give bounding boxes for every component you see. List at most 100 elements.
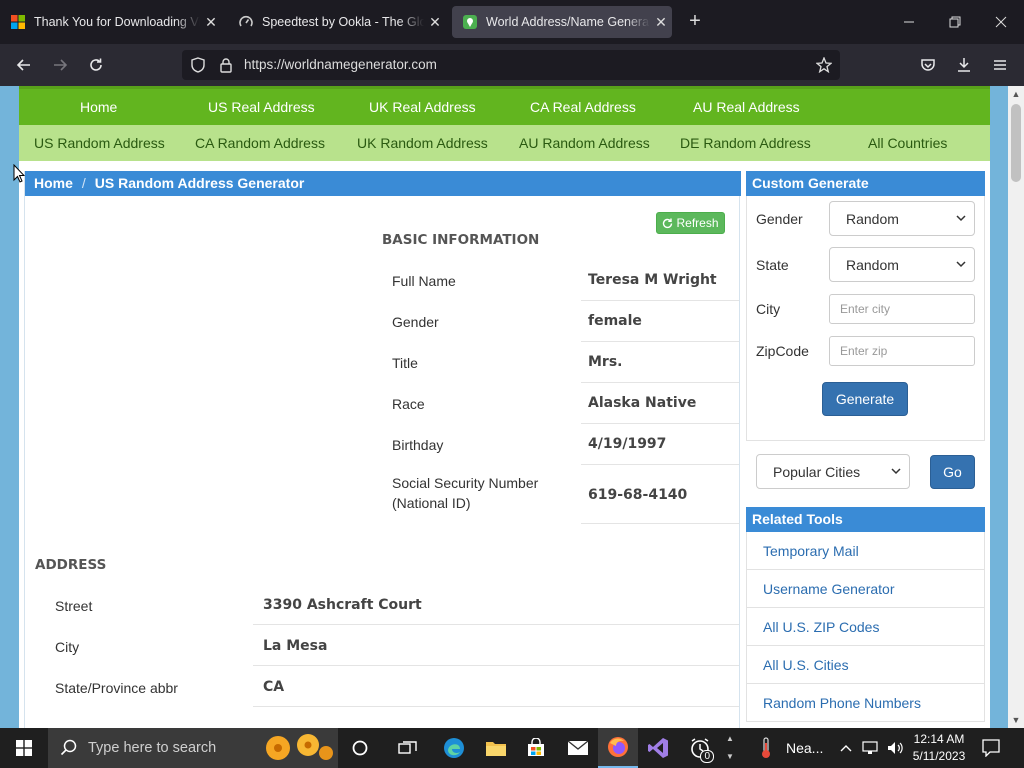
- info-value-row: Mrs.: [588, 341, 623, 382]
- menu-de-random-address[interactable]: DE Random Address: [680, 125, 811, 161]
- weather-thermometer-icon[interactable]: [746, 728, 786, 768]
- tool-random-phone-numbers[interactable]: Random Phone Numbers: [746, 684, 985, 722]
- menu-ca-real-address[interactable]: CA Real Address: [530, 89, 636, 125]
- menu-uk-random-address[interactable]: UK Random Address: [357, 125, 488, 161]
- menu-uk-real-address[interactable]: UK Real Address: [369, 89, 476, 125]
- tool-username-generator[interactable]: Username Generator: [746, 570, 985, 608]
- tab-title: World Address/Name Generator: [486, 15, 650, 29]
- lock-icon[interactable]: [218, 57, 234, 73]
- restore-button[interactable]: [932, 0, 978, 44]
- minimize-button[interactable]: [886, 0, 932, 44]
- secondary-menu: US Random Address CA Random Address UK R…: [19, 125, 990, 161]
- tool-us-zip-codes[interactable]: All U.S. ZIP Codes: [746, 608, 985, 646]
- chevron-down-icon: [891, 468, 901, 475]
- tab-visual-studio[interactable]: Thank You for Downloading Visual Studio …: [0, 6, 222, 38]
- pocket-icon[interactable]: [914, 52, 942, 78]
- close-icon[interactable]: ✕: [200, 14, 222, 31]
- firefox-icon[interactable]: [598, 728, 638, 768]
- volume-icon[interactable]: [884, 728, 906, 768]
- cortana-icon[interactable]: [340, 728, 380, 768]
- info-value-row: 619-68-4140: [588, 474, 687, 515]
- download-icon[interactable]: [950, 52, 978, 78]
- scroll-up-icon[interactable]: ▲: [1008, 86, 1024, 102]
- state-abbr-value: CA: [263, 678, 285, 695]
- scrollbar-thumb[interactable]: [1011, 104, 1021, 182]
- file-explorer-icon[interactable]: [476, 728, 516, 768]
- microsoft-store-icon[interactable]: [516, 728, 556, 768]
- state-label: State: [756, 257, 789, 273]
- info-label: Title: [392, 354, 418, 371]
- scroll-down-icon[interactable]: ▼: [1008, 712, 1024, 728]
- tab-title: Thank You for Downloading Visual Studio: [34, 15, 200, 29]
- new-tab-button[interactable]: +: [684, 10, 706, 34]
- alarms-clock-icon[interactable]: 0: [680, 728, 720, 768]
- info-label: Social Security Number (National ID): [392, 475, 539, 511]
- visual-studio-icon[interactable]: [638, 728, 678, 768]
- popular-cities-select[interactable]: Popular Cities: [756, 454, 910, 489]
- gender-select[interactable]: Random: [829, 201, 975, 236]
- back-button[interactable]: [10, 52, 38, 78]
- weather-text[interactable]: Nea...: [786, 740, 823, 756]
- menu-ca-random-address[interactable]: CA Random Address: [195, 125, 325, 161]
- edge-icon[interactable]: [434, 728, 474, 768]
- tool-us-cities[interactable]: All U.S. Cities: [746, 646, 985, 684]
- close-icon[interactable]: ✕: [424, 14, 446, 31]
- primary-menu: Home US Real Address UK Real Address CA …: [19, 86, 990, 125]
- menu-us-random-address[interactable]: US Random Address: [34, 125, 165, 161]
- windows-start-icon[interactable]: [4, 728, 44, 768]
- title-value: Mrs.: [588, 353, 623, 370]
- gender-value: female: [588, 312, 642, 329]
- bookmark-star-icon[interactable]: [816, 57, 832, 73]
- state-select[interactable]: Random: [829, 247, 975, 282]
- zipcode-input[interactable]: Enter zip: [829, 336, 975, 366]
- page-scrollbar[interactable]: ▲ ▼: [1008, 86, 1024, 728]
- refresh-button[interactable]: Refresh: [656, 212, 725, 234]
- tab-world-address[interactable]: World Address/Name Generator ✕: [452, 6, 672, 38]
- menu-au-real-address[interactable]: AU Real Address: [693, 89, 800, 125]
- shield-icon[interactable]: [190, 57, 206, 73]
- close-window-button[interactable]: [978, 0, 1024, 44]
- menu-all-countries[interactable]: All Countries: [868, 125, 947, 161]
- map-pin-icon: [462, 14, 478, 30]
- info-label: Full Name: [392, 272, 456, 289]
- chevron-down-icon: [956, 215, 966, 222]
- row-divider: [581, 464, 739, 465]
- task-view-icon[interactable]: [388, 728, 428, 768]
- url-text: https://worldnamegenerator.com: [244, 57, 437, 72]
- tool-temporary-mail[interactable]: Temporary Mail: [746, 532, 985, 570]
- page-content: Home US Real Address UK Real Address CA …: [19, 86, 990, 728]
- close-icon[interactable]: ✕: [650, 14, 672, 31]
- menu-home[interactable]: Home: [80, 89, 117, 125]
- generate-button[interactable]: Generate: [822, 382, 908, 416]
- taskbar-scroll-arrows[interactable]: ▲ ▼: [724, 730, 736, 766]
- mail-icon[interactable]: [558, 728, 598, 768]
- notification-center-icon[interactable]: [972, 728, 1010, 768]
- taskbar-search-box[interactable]: Type here to search: [48, 728, 338, 768]
- info-value-row: 4/19/1997: [588, 423, 666, 464]
- forward-button[interactable]: [46, 52, 74, 78]
- url-bar[interactable]: https://worldnamegenerator.com: [182, 50, 840, 80]
- address-label: State/Province abbr: [55, 679, 178, 696]
- address-row: State/Province abbr: [55, 667, 178, 708]
- info-label: Birthday: [392, 436, 444, 453]
- breadcrumb-home[interactable]: Home: [34, 175, 73, 191]
- city-input[interactable]: Enter city: [829, 294, 975, 324]
- notification-count-badge: 0: [700, 750, 714, 763]
- go-button[interactable]: Go: [930, 455, 975, 489]
- search-placeholder: Type here to search: [88, 740, 217, 756]
- menu-us-real-address[interactable]: US Real Address: [208, 89, 315, 125]
- hamburger-menu-icon[interactable]: [986, 52, 1014, 78]
- info-value-row: Teresa M Wright: [588, 259, 717, 300]
- browser-nav-bar: https://worldnamegenerator.com: [0, 44, 1024, 86]
- reload-button[interactable]: [82, 52, 110, 78]
- info-row: Race: [392, 383, 425, 424]
- show-hidden-icons-chevron-up-icon[interactable]: [836, 728, 856, 768]
- menu-au-random-address[interactable]: AU Random Address: [519, 125, 650, 161]
- address-row: City: [55, 626, 79, 667]
- network-icon[interactable]: [860, 728, 882, 768]
- taskbar-clock[interactable]: 12:14 AM 5/11/2023: [906, 731, 972, 765]
- tab-speedtest[interactable]: Speedtest by Ookla - The Global Broadban…: [228, 6, 446, 38]
- address-label: City: [55, 638, 80, 655]
- address-value-row: CA: [263, 666, 284, 707]
- state-select-value: Random: [846, 256, 899, 273]
